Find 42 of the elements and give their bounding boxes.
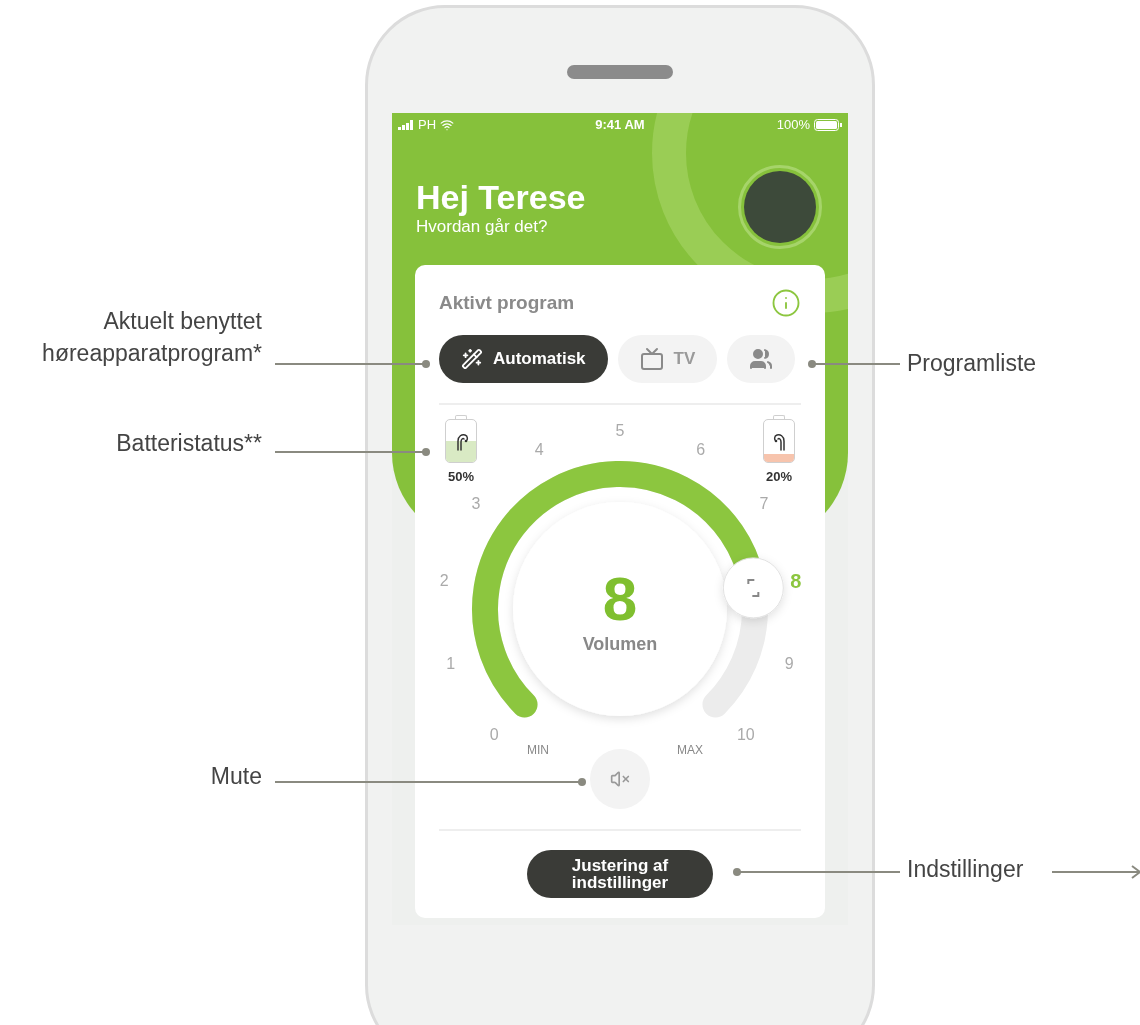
tv-icon: [639, 347, 664, 371]
volume-value: 8: [602, 567, 638, 631]
hearing-aid-icon: [454, 432, 470, 452]
people-icon: [749, 347, 774, 371]
dial-tick-label: 0: [489, 724, 499, 745]
carrier-label: PH: [418, 116, 437, 135]
battery-percent: 100%: [776, 116, 810, 135]
annotation-label: Programliste: [907, 349, 1038, 378]
mute-icon: [610, 769, 630, 789]
volume-knob[interactable]: [722, 557, 784, 619]
dial-tick-label: 9: [784, 654, 794, 674]
hearing-aid-icon: [772, 432, 788, 452]
settings-button[interactable]: Justering af indstillinger: [527, 850, 713, 898]
annotation-label: Batteristatus**: [115, 429, 262, 458]
program-chip[interactable]: [727, 335, 796, 383]
greeting-title: Hej Terese: [416, 177, 586, 217]
annotation-label: Mute: [209, 762, 262, 791]
signal-icon: [398, 120, 414, 130]
wifi-icon: [440, 118, 455, 132]
info-icon[interactable]: [771, 288, 801, 318]
greeting-subtitle: Hvordan går det?: [416, 217, 549, 237]
magic-wand-icon: [461, 348, 483, 370]
volume-label: Volumen: [582, 633, 658, 656]
card-title: Aktivt program: [439, 290, 575, 315]
dial-tick-label: 1: [446, 654, 456, 674]
dial-tick-label: 2: [439, 571, 449, 592]
battery-icon: [814, 119, 842, 131]
battery-percent: 20%: [766, 468, 792, 486]
max-label: MAX: [677, 742, 703, 759]
dial-tick-label: 3: [471, 494, 481, 515]
annotation-label: Aktuelt benyttet høreapparatprogram*: [41, 307, 262, 368]
dial-tick-label: 4: [534, 440, 544, 461]
annotation-label: Indstillinger: [907, 855, 1025, 884]
battery-percent: 50%: [448, 468, 474, 486]
program-chip[interactable]: Automatisk: [439, 335, 608, 383]
min-label: MIN: [527, 742, 549, 759]
dial-tick-label: 6: [696, 440, 706, 461]
dial-tick-label: 5: [615, 421, 625, 441]
dial-tick-label: 7: [759, 494, 769, 515]
dial-tick-label: 10: [736, 724, 755, 745]
dial-tick-label: 8: [790, 569, 802, 595]
status-time: 9:41 AM: [595, 116, 645, 135]
